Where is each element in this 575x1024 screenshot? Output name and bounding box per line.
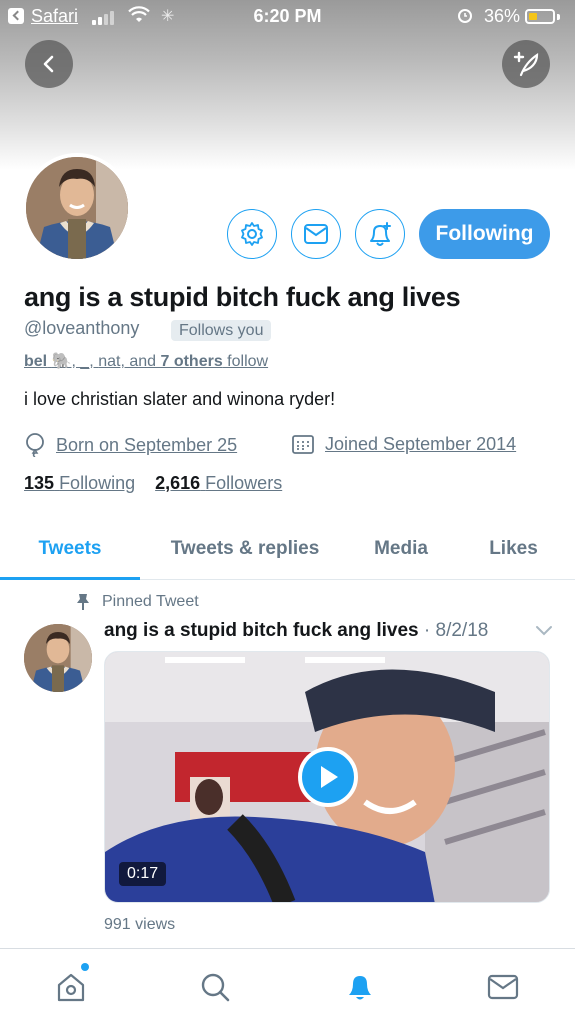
video-view-count: 991 views (104, 916, 176, 933)
mutual-follower-2: nat (98, 353, 121, 370)
home-unread-dot (81, 963, 89, 971)
battery-icon (525, 9, 555, 24)
followers-count-link[interactable]: 2,616 Followers (155, 473, 282, 494)
nav-search[interactable] (195, 967, 235, 1007)
profile-display-name: ang is a stupid bitch fuck ang lives (24, 282, 461, 312)
tweet-video[interactable]: 0:17 (104, 651, 550, 903)
profile-avatar[interactable] (22, 153, 132, 263)
pin-icon (77, 594, 89, 610)
following-button[interactable]: Following (419, 209, 550, 259)
follows-you-badge: Follows you (171, 320, 272, 341)
tweet-avatar-photo (24, 624, 92, 692)
envelope-icon (304, 224, 328, 244)
alarm-icon (458, 9, 472, 23)
pinned-tweet-label: Pinned Tweet (102, 593, 199, 610)
tweet-author-name[interactable]: ang is a stupid bitch fuck ang lives (104, 620, 419, 641)
calendar-icon (292, 435, 314, 454)
following-count: 135 (24, 473, 55, 493)
back-button[interactable] (25, 40, 73, 88)
chevron-down-icon[interactable] (535, 624, 553, 638)
follow-counts: 135 Following 2,616 Followers (24, 473, 282, 494)
chevron-left-icon (43, 55, 54, 73)
mutual-separator: , _, (71, 353, 99, 370)
battery-tip (557, 14, 560, 20)
bell-plus-icon (370, 222, 391, 246)
search-icon (201, 973, 230, 1002)
followers-count: 2,616 (155, 473, 201, 493)
tweet-author-avatar[interactable] (24, 624, 92, 692)
following-count-link[interactable]: 135 Following (24, 473, 135, 494)
birthday-info: Born on September 25 (24, 433, 237, 457)
joined-text: Joined September 2014 (325, 433, 517, 454)
tab-likes[interactable]: Likes (452, 518, 575, 579)
notifications-toggle-button[interactable] (355, 209, 405, 259)
mutual-followers-link[interactable]: bel 🐘, _, nat, and 7 others follow (24, 351, 268, 371)
play-button[interactable] (298, 747, 358, 807)
video-duration: 0:17 (119, 862, 167, 886)
play-icon (321, 766, 338, 788)
battery-level-fill (529, 13, 537, 20)
tweet-header: ang is a stupid bitch fuck ang lives · 8… (104, 620, 488, 642)
home-icon (57, 973, 85, 1002)
tab-tweets[interactable]: Tweets (0, 518, 140, 580)
profile-tabs: Tweets Tweets & replies Media Likes (0, 518, 575, 580)
bottom-tab-bar (0, 948, 575, 1024)
mutual-follower-emoji: 🐘 (51, 353, 72, 370)
notifications-icon (349, 976, 371, 1000)
joined-info: Joined September 2014 (291, 433, 516, 455)
battery-percent: 36% (484, 6, 521, 26)
balloon-icon (26, 433, 44, 457)
mutual-middle: , and (120, 353, 161, 370)
following-count-label: Following (59, 473, 136, 493)
profile-bio: i love christian slater and winona ryder… (24, 389, 336, 409)
status-bar: Safari ✳ 6:20 PM 36% (0, 0, 575, 34)
nav-home[interactable] (51, 967, 91, 1007)
gear-icon (241, 222, 263, 246)
tab-tweets-and-replies[interactable]: Tweets & replies (140, 518, 350, 579)
profile-settings-button[interactable] (227, 209, 277, 259)
tab-media[interactable]: Media (350, 518, 452, 579)
tweet-date: · 8/2/18 (423, 620, 489, 641)
nav-messages[interactable] (483, 967, 523, 1007)
mutual-follower-1: bel (24, 353, 48, 370)
birthday-text: Born on September 25 (56, 434, 238, 455)
avatar-photo (26, 157, 128, 259)
direct-message-button[interactable] (291, 209, 341, 259)
profile-handle: @loveanthony (24, 318, 140, 338)
pinned-tweet-indicator: Pinned Tweet (76, 593, 199, 611)
mutual-suffix: follow (222, 353, 269, 370)
mutual-others-count: 7 others (160, 353, 223, 370)
followers-count-label: Followers (205, 473, 283, 493)
compose-tweet-button[interactable] (502, 40, 550, 88)
feather-plus-icon (513, 51, 539, 77)
nav-notifications[interactable] (340, 967, 380, 1007)
messages-icon (487, 974, 519, 1000)
